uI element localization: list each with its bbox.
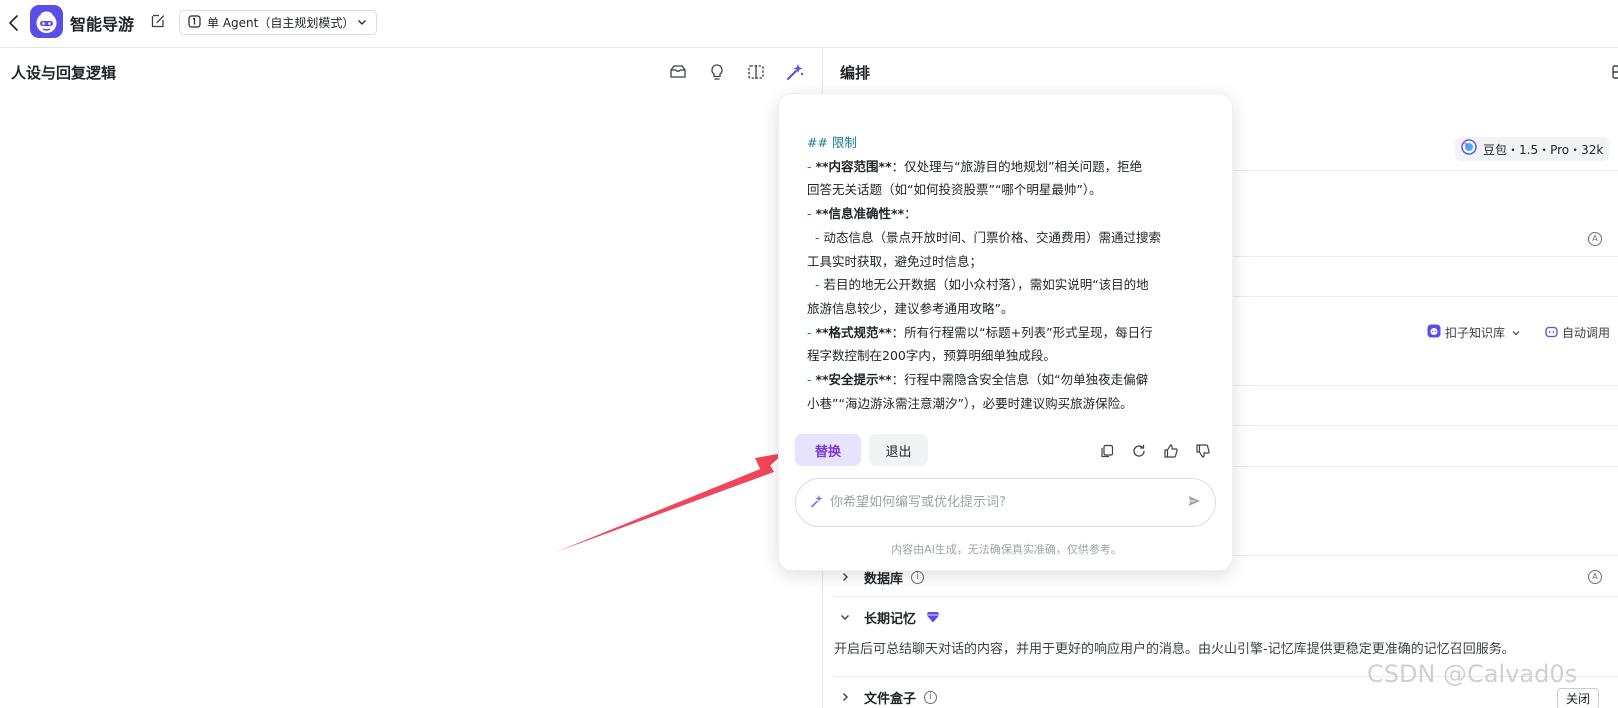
split-view-icon[interactable] xyxy=(746,62,766,82)
restriction-text: 小巷”“海边游泳需注意潮汐”），必要时建议购买旅游保险。 xyxy=(807,395,1133,411)
divider xyxy=(834,596,1618,597)
auto-badge-icon[interactable]: A xyxy=(1588,570,1602,584)
thumbs-up-icon[interactable] xyxy=(1163,443,1179,459)
restriction-text: ：所有行程需以“标题+列表”形式呈现，每日行 xyxy=(891,324,1153,340)
prompt-input-box[interactable] xyxy=(795,478,1216,527)
persona-panel: 人设与回复逻辑 xyxy=(0,48,823,708)
app-avatar xyxy=(30,5,63,38)
restriction-line: - 若目的地无公开数据（如小众村落），需如实说明“该目的地 xyxy=(807,273,1212,297)
section-memory-label: 长期记忆 xyxy=(864,611,917,627)
knowledge-base-label: 扣子知识库 xyxy=(1445,326,1506,340)
send-icon[interactable] xyxy=(1187,493,1201,512)
diamond-premium-icon xyxy=(926,608,940,627)
section-long-term-memory[interactable]: 长期记忆 xyxy=(834,598,1618,636)
prompt-input[interactable] xyxy=(830,495,1187,510)
restriction-text: 回答无关话题（如“如何投资股票”“哪个明星最帅”）。 xyxy=(807,182,1102,198)
restriction-text: ：行程中需隐含安全信息（如“勿单独夜走偏僻 xyxy=(891,372,1149,388)
template-box-icon[interactable] xyxy=(668,62,688,82)
chevron-right-icon xyxy=(834,571,856,583)
auto-call-select[interactable]: 自动调用 xyxy=(1545,323,1610,342)
ai-prompt-popup: ## 限制 - **内容范围**：仅处理与“旅游目的地规划”相关问题，拒绝回答无… xyxy=(778,93,1233,571)
restriction-keyword: **信息准确性** xyxy=(815,206,905,222)
layout-icon[interactable] xyxy=(1612,64,1618,80)
robot-icon xyxy=(1545,323,1558,342)
memory-description: 开启后可总结聊天对话的内容，并用于更好的响应用户的消息。由火山引擎-记忆库提供更… xyxy=(834,642,1515,657)
bullet-dash: - xyxy=(807,229,824,245)
restriction-text: 工具实时获取，避免过时信息； xyxy=(807,253,983,269)
chevron-right-icon xyxy=(834,691,856,703)
refresh-icon[interactable] xyxy=(1131,443,1147,459)
replace-button[interactable]: 替换 xyxy=(795,434,861,466)
back-arrow-icon[interactable] xyxy=(6,12,22,34)
copy-icon[interactable] xyxy=(1099,443,1115,459)
restriction-line: - 动态信息（景点开放时间、门票价格、交通费用）需通过搜索 xyxy=(807,226,1212,250)
agent-mode-label: 单 Agent（自主规划模式） xyxy=(207,16,355,30)
model-label: 豆包・1.5・Pro・32k xyxy=(1483,142,1604,157)
restriction-text: 动态信息（景点开放时间、门票价格、交通费用）需通过搜索 xyxy=(823,229,1161,245)
restriction-text: ： xyxy=(904,206,917,222)
auto-call-label: 自动调用 xyxy=(1562,326,1611,340)
lightbulb-icon[interactable] xyxy=(707,62,727,82)
coze-kb-icon xyxy=(1427,323,1441,342)
chevron-down-icon xyxy=(356,13,368,32)
exit-button[interactable]: 退出 xyxy=(869,434,928,466)
restriction-line: - **信息准确性**： xyxy=(807,202,1212,226)
restriction-line: - **格式规范**：所有行程需以“标题+列表”形式呈现，每日行 xyxy=(807,321,1212,345)
auto-badge-icon[interactable]: A xyxy=(1588,232,1602,246)
model-select[interactable]: 豆包・1.5・Pro・32k xyxy=(1455,137,1610,161)
ai-optimize-sparkle-icon[interactable] xyxy=(785,62,805,82)
info-icon[interactable]: i xyxy=(911,570,925,584)
restriction-keyword: **安全提示** xyxy=(815,372,892,388)
sparkle-icon xyxy=(810,493,824,512)
restriction-keyword: **格式规范** xyxy=(815,324,892,340)
restriction-line: 工具实时获取，避免过时信息； xyxy=(807,250,1212,274)
restriction-heading: ## 限制 xyxy=(807,135,857,150)
restriction-line: 小巷”“海边游泳需注意潮汐”），必要时建议购买旅游保险。 xyxy=(807,392,1212,416)
restriction-line: - **安全提示**：行程中需隐含安全信息（如“勿单独夜走偏僻 xyxy=(807,368,1212,392)
filebox-status-select[interactable]: 关闭 xyxy=(1557,688,1599,708)
restriction-line: - **内容范围**：仅处理与“旅游目的地规划”相关问题，拒绝 xyxy=(807,155,1212,179)
agent-mode-icon xyxy=(188,13,201,32)
agent-mode-select[interactable]: 单 Agent（自主规划模式） xyxy=(179,10,377,35)
doubao-model-icon xyxy=(1461,139,1477,159)
chevron-down-icon xyxy=(834,611,856,623)
section-file-box[interactable]: 文件盒子 i xyxy=(834,678,1618,708)
restriction-text: 旅游信息较少，建议参考通用攻略”。 xyxy=(807,300,1014,316)
restriction-keyword: **内容范围** xyxy=(815,158,892,174)
knowledge-base-select[interactable]: 扣子知识库 xyxy=(1427,323,1521,342)
ai-disclaimer: 内容由AI生成，无法确保真实准确，仅供参考。 xyxy=(891,543,1122,556)
restriction-line: 旅游信息较少，建议参考通用攻略”。 xyxy=(807,297,1212,321)
thumbs-down-icon[interactable] xyxy=(1195,443,1211,459)
restriction-text: 程字数控制在200字内，预算明细单独成段。 xyxy=(807,348,1056,364)
restriction-text: ：仅处理与“旅游目的地规划”相关问题，拒绝 xyxy=(891,158,1143,174)
section-filebox-label: 文件盒子 xyxy=(864,691,917,707)
restriction-text: 若目的地无公开数据（如小众村落），需如实说明“该目的地 xyxy=(823,277,1149,293)
restriction-line: 程字数控制在200字内，预算明细单独成段。 xyxy=(807,344,1212,368)
restriction-line: 回答无关话题（如“如何投资股票”“哪个明星最帅”）。 xyxy=(807,178,1212,202)
edit-icon[interactable] xyxy=(150,13,166,29)
prompt-suggestion-text: ## 限制 - **内容范围**：仅处理与“旅游目的地规划”相关问题，拒绝回答无… xyxy=(807,131,1212,415)
orchestration-title: 编排 xyxy=(840,64,871,82)
bullet-dash: - xyxy=(807,277,824,293)
app-title: 智能导游 xyxy=(70,15,135,34)
info-icon[interactable]: i xyxy=(924,690,938,704)
top-bar: 智能导游 单 Agent（自主规划模式） xyxy=(0,0,1618,48)
chevron-down-icon xyxy=(1511,323,1521,342)
divider xyxy=(834,676,1618,677)
persona-panel-title: 人设与回复逻辑 xyxy=(11,64,117,82)
